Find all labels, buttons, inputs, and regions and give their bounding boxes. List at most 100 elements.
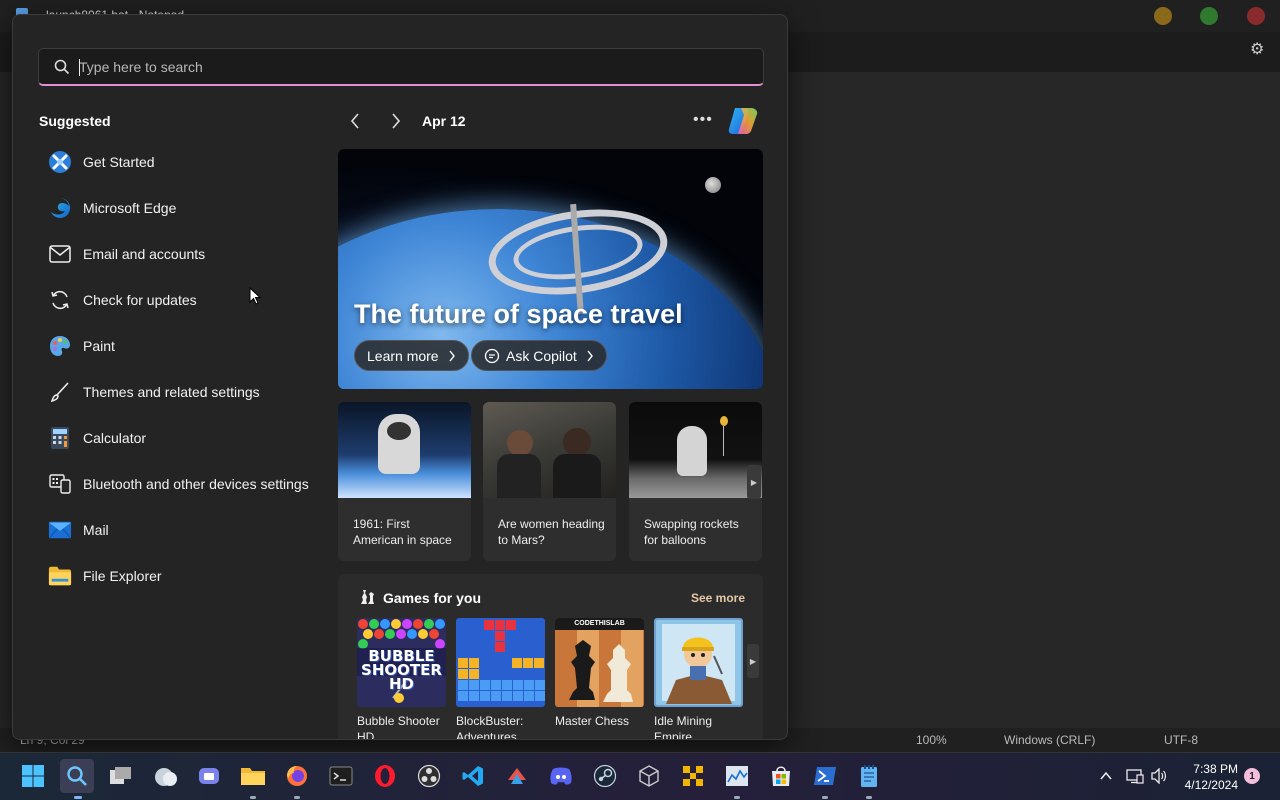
line-endings[interactable]: Windows (CRLF) <box>1004 733 1095 747</box>
search-box[interactable] <box>38 48 764 86</box>
suggested-item-calculator[interactable]: Calculator <box>39 415 329 461</box>
taskbar-search-icon[interactable] <box>60 759 94 793</box>
volume-icon[interactable] <box>1150 768 1168 784</box>
notification-badge[interactable]: 1 <box>1244 768 1260 784</box>
encoding[interactable]: UTF-8 <box>1164 733 1198 747</box>
suggested-item-themes[interactable]: Themes and related settings <box>39 369 329 415</box>
game-tile[interactable]: CODETHISLAB Master Chess <box>555 618 644 729</box>
story-caption: 1961: First American in space <box>353 517 452 547</box>
microsoft-store-icon[interactable] <box>768 763 794 789</box>
running-indicator <box>734 796 740 799</box>
mouse-pointer-icon <box>249 287 261 305</box>
resource-monitor-icon[interactable] <box>724 763 750 789</box>
suggested-item-edge[interactable]: Microsoft Edge <box>39 185 329 231</box>
clock-date: 4/12/2024 <box>1184 778 1238 792</box>
teams-chat-icon[interactable] <box>196 763 222 789</box>
suggested-item-label: Microsoft Edge <box>83 200 177 216</box>
games-section: Games for you See more BUBBLE SHOOTER HD… <box>338 574 763 740</box>
gear-icon[interactable]: ⚙ <box>1250 42 1266 58</box>
file-explorer-taskbar-icon[interactable] <box>240 763 266 789</box>
network-icon[interactable] <box>1126 768 1144 784</box>
ask-copilot-button[interactable]: Ask Copilot <box>471 340 607 371</box>
bubble-shooter-thumbnail: BUBBLE SHOOTER HD <box>357 618 446 707</box>
learn-more-button[interactable]: Learn more <box>354 340 469 371</box>
chevron-right-icon <box>392 113 401 129</box>
suggested-item-label: Check for updates <box>83 292 197 308</box>
opera-icon[interactable] <box>372 763 398 789</box>
story-caption: Are women heading to Mars? <box>498 517 605 547</box>
search-icon <box>54 59 70 75</box>
game-tile[interactable]: BlockBuster: Adventures ... <box>456 618 545 740</box>
astronaut-balloon-image <box>629 402 762 498</box>
show-hidden-icons-chevron-icon[interactable] <box>1100 771 1112 781</box>
suggested-item-bluetooth[interactable]: Bluetooth and other devices settings <box>39 461 329 507</box>
minimize-button[interactable] <box>1154 7 1172 25</box>
game-tile[interactable]: BUBBLE SHOOTER HD Bubble Shooter HD <box>357 618 446 739</box>
suggested-item-label: Calculator <box>83 430 147 446</box>
close-button[interactable] <box>1247 7 1265 25</box>
virtualbox-icon[interactable] <box>636 763 662 789</box>
story-card[interactable]: Are women heading to Mars? <box>483 402 616 561</box>
discord-icon[interactable] <box>548 763 574 789</box>
suggested-item-get-started[interactable]: Get Started <box>39 139 329 185</box>
devices-icon <box>48 472 72 496</box>
search-menu: Suggested Get Started Microsoft Edge Ema… <box>12 14 788 740</box>
calculator-icon <box>48 426 72 450</box>
zoom-level[interactable]: 100% <box>916 733 947 747</box>
suggested-item-label: Email and accounts <box>83 246 206 262</box>
suggested-item-label: Mail <box>83 522 109 538</box>
game-name: BlockBuster: Adventures ... <box>456 714 531 740</box>
suggested-item-mail[interactable]: Mail <box>39 507 329 553</box>
terminal-icon[interactable] <box>328 763 354 789</box>
search-input[interactable] <box>79 57 739 77</box>
vscode-icon[interactable] <box>460 763 486 789</box>
astronaut-earth-image <box>338 402 471 498</box>
suggested-item-check-updates[interactable]: Check for updates <box>39 277 329 323</box>
firefox-icon[interactable] <box>284 763 310 789</box>
chess-pieces-icon <box>361 590 374 604</box>
brush-icon <box>48 380 72 404</box>
blockbuster-thumbnail <box>456 618 545 707</box>
copilot-icon[interactable] <box>727 105 759 135</box>
network-tool-icon[interactable] <box>680 763 706 789</box>
next-arrow-button[interactable] <box>386 111 406 131</box>
chat-bubble-icon <box>484 348 500 363</box>
maximize-button[interactable] <box>1200 7 1218 25</box>
story-caption: Swapping rockets for balloons <box>644 517 739 547</box>
more-options-button[interactable]: ••• <box>693 111 713 129</box>
feed-date: Apr 12 <box>422 113 466 129</box>
suggested-item-file-explorer[interactable]: File Explorer <box>39 553 329 599</box>
story-card[interactable]: 1961: First American in space <box>338 402 471 561</box>
get-started-icon <box>48 150 72 174</box>
bubble-shooter-logo-text: BUBBLE SHOOTER HD <box>361 647 442 693</box>
git-client-icon[interactable] <box>504 763 530 789</box>
task-view-icon[interactable] <box>108 763 134 789</box>
learn-more-label: Learn more <box>367 347 439 364</box>
previous-arrow-button[interactable] <box>345 111 365 131</box>
active-indicator <box>74 796 82 799</box>
suggested-item-label: File Explorer <box>83 568 162 584</box>
game-tile[interactable]: Idle Mining Empire <box>654 618 743 740</box>
moon-image <box>705 177 721 193</box>
obs-icon[interactable] <box>416 763 442 789</box>
chevron-left-icon <box>350 113 359 129</box>
mail-outline-icon <box>48 242 72 266</box>
weather-icon[interactable] <box>152 763 178 789</box>
windows-start-icon[interactable] <box>20 763 46 789</box>
see-more-link[interactable]: See more <box>691 591 745 605</box>
suggested-item-paint[interactable]: Paint <box>39 323 329 369</box>
story-card[interactable]: Swapping rockets for balloons <box>629 402 762 561</box>
mail-app-icon <box>48 518 72 542</box>
notepad-taskbar-icon[interactable] <box>856 763 882 789</box>
hero-story-card[interactable]: The future of space travel Learn more As… <box>338 149 763 389</box>
clock[interactable]: 7:38 PM 4/12/2024 <box>1180 761 1238 793</box>
steam-icon[interactable] <box>592 763 618 789</box>
powershell-icon[interactable] <box>812 763 838 789</box>
suggested-heading: Suggested <box>39 113 111 129</box>
games-scroll-right-button[interactable]: ▶ <box>747 644 759 678</box>
cards-scroll-right-button[interactable]: ▶ <box>747 465 761 499</box>
running-indicator <box>250 796 256 799</box>
game-name: Master Chess <box>555 714 630 728</box>
suggested-item-email-accounts[interactable]: Email and accounts <box>39 231 329 277</box>
game-name: Idle Mining Empire <box>654 714 713 740</box>
